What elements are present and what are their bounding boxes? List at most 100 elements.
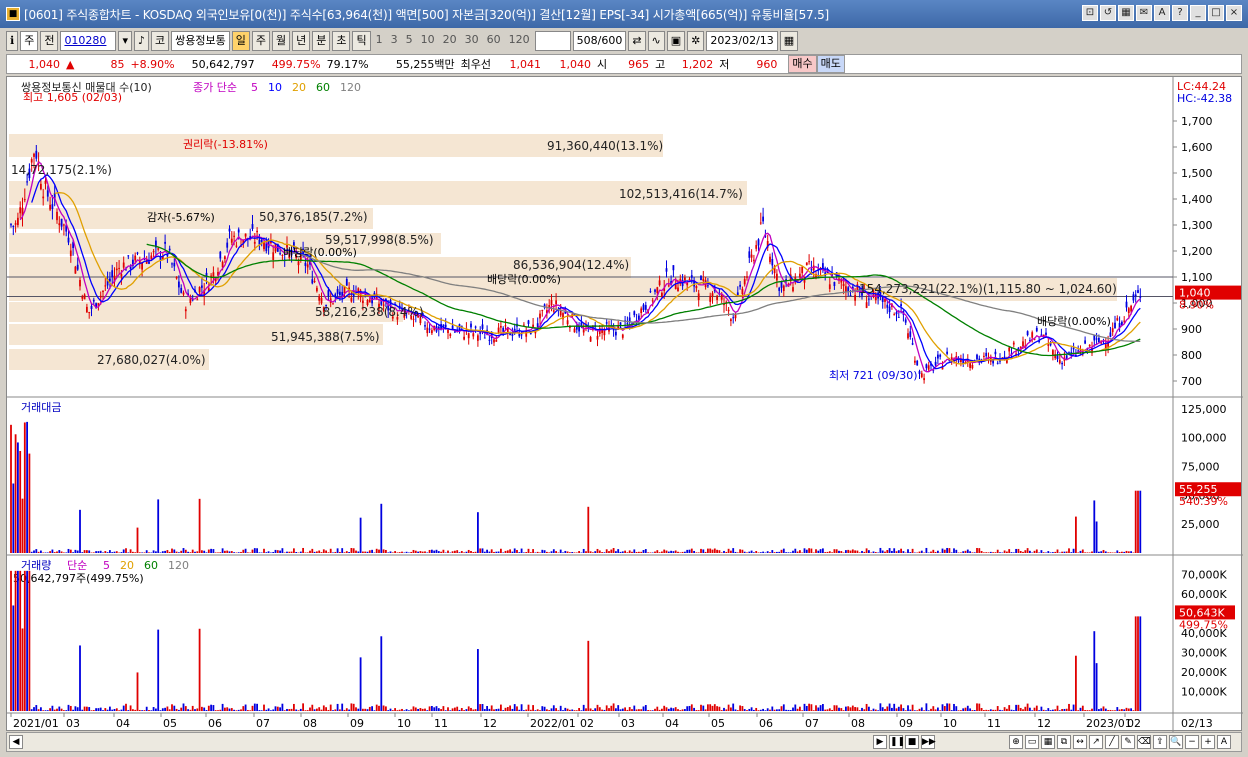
date-input[interactable]: 2023/02/13: [706, 31, 778, 51]
volume-bar: [260, 710, 263, 711]
period-day[interactable]: 일: [231, 31, 250, 51]
minimize-button[interactable]: _: [1190, 5, 1206, 21]
period-week[interactable]: 주: [251, 31, 270, 51]
crosshair-icon[interactable]: ⊕: [1009, 735, 1023, 749]
candle-body: [741, 288, 744, 295]
volume-bar: [1130, 708, 1132, 711]
draw-icon[interactable]: ↔: [1073, 735, 1087, 749]
candle-body: [688, 279, 691, 281]
stop-icon[interactable]: ■: [905, 735, 919, 749]
candle-body: [541, 309, 544, 311]
speaker-icon[interactable]: ♪: [133, 31, 149, 51]
volume-bar: [835, 705, 838, 711]
amount-bar: [895, 551, 898, 553]
chart-svg[interactable]: 쌍용정보통신 매물대 수(10) 종가 단순 5 10 20 60 120 LC:44.24H…: [7, 77, 1243, 732]
help-icon[interactable]: ?: [1172, 5, 1188, 21]
stock-info-icon[interactable]: ℹ: [6, 31, 19, 51]
amount-bar: [932, 549, 935, 553]
pause-icon[interactable]: ❚❚: [889, 735, 905, 749]
minus-icon[interactable]: −: [1185, 735, 1199, 749]
forward-icon[interactable]: ▶▶: [921, 735, 936, 749]
mail-icon[interactable]: ✉: [1136, 5, 1152, 21]
export-icon[interactable]: ⇪: [1153, 735, 1167, 749]
interval-20[interactable]: 20: [440, 31, 460, 51]
font-size-icon[interactable]: A: [1217, 735, 1231, 749]
calendar-icon[interactable]: ▦: [779, 31, 799, 51]
amount-bar: [582, 548, 585, 553]
indicator-icon[interactable]: ∿: [647, 31, 665, 51]
amount-bar: [559, 549, 562, 553]
amount-bar: [805, 549, 808, 553]
eraser-icon[interactable]: ⌫: [1137, 735, 1151, 749]
interval-5[interactable]: 5: [403, 31, 416, 51]
count-input[interactable]: 508/600: [572, 31, 627, 51]
close-button[interactable]: ×: [1226, 5, 1242, 21]
period-second[interactable]: 초: [332, 31, 351, 51]
maximize-button[interactable]: □: [1208, 5, 1224, 21]
amount-bar: [299, 551, 302, 553]
save-icon[interactable]: ▣: [666, 31, 686, 51]
period-minute[interactable]: 분: [312, 31, 331, 51]
volume-bar: [801, 710, 804, 711]
period-tick[interactable]: 틱: [352, 31, 371, 51]
interval-1[interactable]: 1: [373, 31, 386, 51]
volume-bar: [695, 710, 698, 711]
prev-button[interactable]: 전: [40, 31, 59, 51]
candle-body: [313, 280, 316, 282]
candle-body: [26, 181, 28, 183]
candle-body: [136, 252, 139, 254]
volume-bar: [148, 710, 150, 711]
volume-bar: [127, 710, 130, 711]
x-tick-label: 02: [1127, 717, 1141, 730]
volume-bar: [219, 709, 222, 711]
type-select[interactable]: 주: [20, 31, 39, 51]
chart-tool-icon[interactable]: ⇄: [628, 31, 646, 51]
stock-code-input[interactable]: 010280: [60, 31, 117, 51]
candle-body: [757, 239, 760, 246]
zoom-box-icon[interactable]: ▭: [1025, 735, 1039, 749]
volume-bar: [171, 704, 173, 711]
pen-icon[interactable]: ✎: [1121, 735, 1135, 749]
line-icon[interactable]: ╱: [1105, 735, 1119, 749]
plus-icon[interactable]: +: [1201, 735, 1215, 749]
candle-body: [500, 326, 502, 328]
volume-profile-label-5: 86,536,904(12.4%): [513, 258, 629, 272]
volume-bar: [851, 705, 854, 711]
volume-bar: [483, 709, 486, 711]
interval-3[interactable]: 3: [388, 31, 401, 51]
amount-bar: [398, 552, 401, 553]
amount-bar: [700, 548, 702, 553]
amount-bar: [955, 549, 958, 553]
buy-button[interactable]: 매수: [788, 55, 817, 73]
layout-icon[interactable]: ▦: [1041, 735, 1055, 749]
volume-bar: [822, 704, 824, 711]
volume-bar: [649, 710, 652, 711]
candle-body: [1127, 308, 1130, 314]
scroll-bar[interactable]: ◀ ▶ ❚❚ ■ ▶▶ ⊕ ▭ ▦ ⧉ ↔ ↗ ╱ ✎ ⌫ ⇪ 🔍 − + A: [6, 732, 1242, 752]
tile-icon[interactable]: ⊡: [1082, 5, 1098, 21]
interval-30[interactable]: 30: [462, 31, 482, 51]
volume-bar: [782, 704, 785, 711]
interval-120[interactable]: 120: [506, 31, 533, 51]
grid-icon[interactable]: ▦: [1118, 5, 1134, 21]
candle-body: [755, 245, 758, 249]
refresh-icon[interactable]: ↺: [1100, 5, 1116, 21]
sell-button[interactable]: 매도: [816, 55, 845, 73]
volume-bar: [580, 710, 583, 711]
settings-icon[interactable]: ✲: [687, 31, 705, 51]
play-icon[interactable]: ▶: [873, 735, 887, 749]
volume-bar: [325, 707, 327, 711]
price-legend-ma-5: 5: [251, 81, 258, 94]
copy-icon[interactable]: ⧉: [1057, 735, 1071, 749]
search-icon[interactable]: ▾: [118, 31, 132, 51]
interval-60[interactable]: 60: [484, 31, 504, 51]
interval-10[interactable]: 10: [418, 31, 438, 51]
scroll-left-icon[interactable]: ◀: [9, 735, 23, 749]
interval-input[interactable]: [534, 31, 571, 51]
trend-icon[interactable]: ↗: [1089, 735, 1103, 749]
period-month[interactable]: 월: [271, 31, 291, 51]
zoom-out-icon[interactable]: 🔍: [1169, 735, 1183, 749]
period-year[interactable]: 년: [292, 31, 311, 51]
font-icon[interactable]: A: [1154, 5, 1170, 21]
chart-area[interactable]: 쌍용정보통신 매물대 수(10) 종가 단순 5 10 20 60 120 LC:44.24 H…: [6, 76, 1243, 732]
